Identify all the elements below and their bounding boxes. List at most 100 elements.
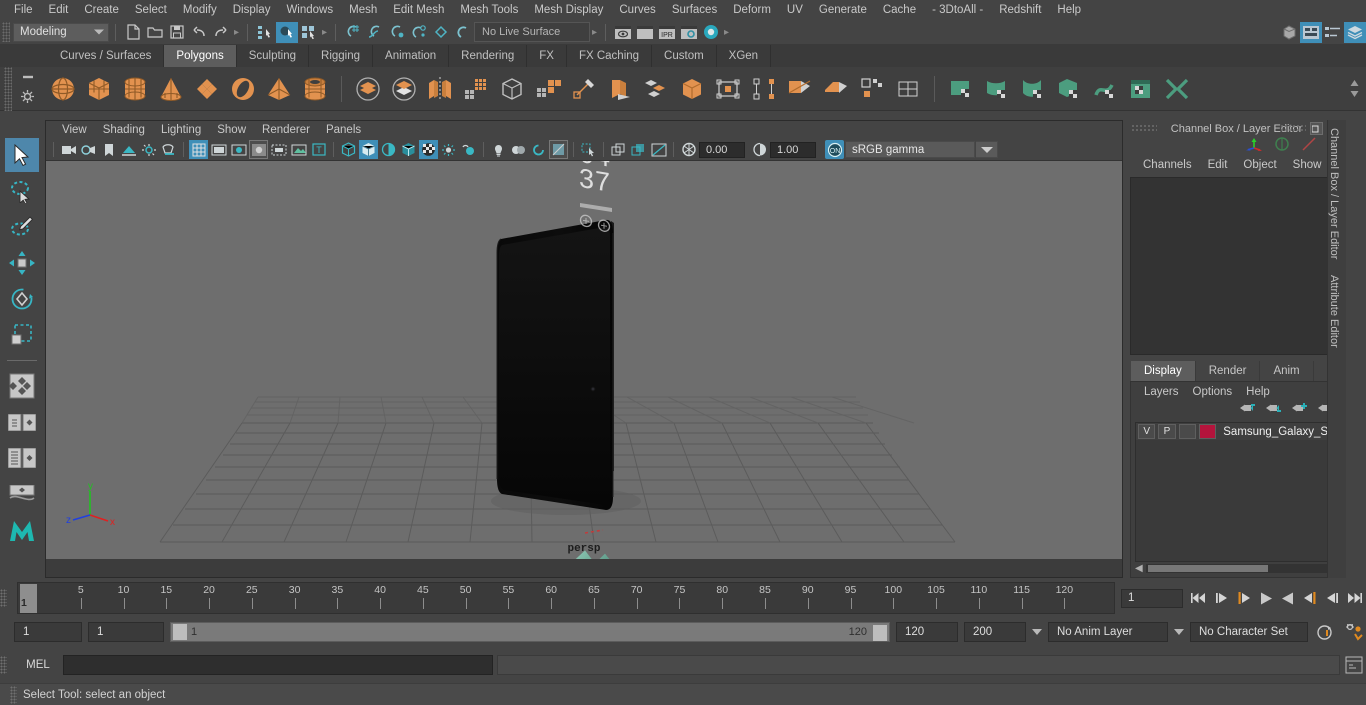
wireframe-icon[interactable] (339, 140, 358, 159)
status-line-grip[interactable] (2, 22, 10, 42)
range-start-field[interactable]: 1 (88, 622, 164, 642)
step-forward-keyframe-icon[interactable] (1323, 590, 1340, 607)
show-hide-modeling-toolkit-icon[interactable] (1278, 22, 1300, 43)
layout-uv-icon[interactable] (1162, 74, 1192, 104)
shadows-toggle-icon[interactable] (489, 140, 508, 159)
lattice-icon[interactable] (893, 74, 923, 104)
smooth-shade-all-icon[interactable] (359, 140, 378, 159)
menu-redshift[interactable]: Redshift (991, 0, 1049, 20)
film-gate-icon[interactable] (209, 140, 228, 159)
menu-set-selector[interactable]: Modeling (13, 22, 109, 42)
shelf-scroll-arrows[interactable] (1346, 67, 1362, 110)
script-editor-icon[interactable] (1342, 656, 1366, 674)
bookmark-icon[interactable] (99, 140, 118, 159)
status-collapse-arrow-4[interactable]: ▸ (722, 24, 731, 41)
gamma-icon[interactable] (750, 140, 769, 159)
vertical-tab-channel-box[interactable]: Channel Box / Layer Editor (1328, 120, 1340, 259)
time-slider-grip[interactable] (0, 589, 7, 607)
separate-icon[interactable] (389, 74, 419, 104)
status-collapse-arrow-3[interactable]: ▸ (590, 24, 599, 41)
tool-settings-icon[interactable] (1322, 22, 1344, 43)
step-back-frame-icon[interactable] (1235, 590, 1252, 607)
viewport-menu-renderer[interactable]: Renderer (254, 124, 318, 136)
status-collapse-arrow-1[interactable]: ▸ (232, 24, 241, 41)
xray-active-components-icon[interactable] (629, 140, 648, 159)
select-by-object-icon[interactable] (276, 21, 298, 43)
shelf-tab-sculpting[interactable]: Sculpting (236, 45, 310, 67)
screen-space-ao-icon[interactable] (509, 140, 528, 159)
command-line-grip[interactable] (0, 656, 7, 674)
camera-attributes-icon[interactable] (79, 140, 98, 159)
channel-menu-edit[interactable]: Edit (1200, 159, 1236, 171)
sculpt-icon[interactable] (857, 74, 887, 104)
merge-icon[interactable] (677, 74, 707, 104)
title-safe-icon[interactable] (289, 140, 308, 159)
layer-list[interactable]: V P Samsung_Galaxy_S21_ (1135, 422, 1338, 562)
shelf-tab-xgen[interactable]: XGen (716, 45, 772, 67)
shelf-tab-fx-caching[interactable]: FX Caching (566, 45, 653, 67)
layout-persp-graph-button[interactable] (5, 477, 39, 511)
shelf-tab-menu-icon[interactable] (20, 69, 36, 79)
select-by-hierarchy-icon[interactable] (254, 22, 276, 43)
layer-menu-options[interactable]: Options (1186, 386, 1240, 398)
undock-icon[interactable] (1310, 122, 1323, 135)
anim-end-field[interactable]: 200 (964, 622, 1026, 642)
layer-menu-help[interactable]: Help (1239, 386, 1277, 398)
open-scene-icon[interactable] (144, 22, 166, 43)
menu-mesh-display[interactable]: Mesh Display (526, 0, 611, 20)
viewport-menu-show[interactable]: Show (209, 124, 254, 136)
multi-cut-icon[interactable] (605, 74, 635, 104)
undo-icon[interactable] (188, 22, 210, 43)
menu-generate[interactable]: Generate (811, 0, 875, 20)
unfold-icon[interactable] (1090, 74, 1120, 104)
menu-cache[interactable]: Cache (875, 0, 924, 20)
slide-edge-icon[interactable] (821, 74, 851, 104)
redo-icon[interactable] (210, 22, 232, 43)
rotate-tool[interactable] (5, 282, 39, 316)
camera-icon[interactable] (59, 140, 78, 159)
shelf-tab-curves-surfaces[interactable]: Curves / Surfaces (48, 45, 165, 67)
channel-menu-show[interactable]: Show (1285, 159, 1330, 171)
automatic-map-icon[interactable] (1054, 74, 1084, 104)
xray-joints-icon[interactable] (609, 140, 628, 159)
scale-manipulator-icon[interactable] (1300, 136, 1318, 157)
auto-key-icon[interactable] (1314, 624, 1336, 641)
panel-grip[interactable] (1131, 124, 1157, 133)
menu-help[interactable]: Help (1049, 0, 1089, 20)
scrollbar-track[interactable] (1145, 563, 1328, 573)
smooth-icon[interactable] (461, 74, 491, 104)
texture-toggle-icon[interactable] (419, 140, 438, 159)
go-to-start-icon[interactable] (1191, 590, 1208, 607)
menu-uv[interactable]: UV (779, 0, 811, 20)
help-line-grip[interactable] (10, 685, 17, 704)
move-layer-up-icon[interactable] (1240, 401, 1256, 419)
menu-surfaces[interactable]: Surfaces (664, 0, 725, 20)
viewport-menu-lighting[interactable]: Lighting (153, 124, 209, 136)
uv-editor-icon[interactable] (946, 74, 976, 104)
rotate-manipulator-icon[interactable] (1273, 136, 1291, 157)
offset-edge-loop-icon[interactable] (785, 74, 815, 104)
menu-modify[interactable]: Modify (175, 0, 225, 20)
channel-box-icon[interactable] (1344, 21, 1366, 43)
film-origin-icon[interactable] (269, 140, 288, 159)
poly-plane-icon[interactable] (192, 74, 222, 104)
layer-visibility-toggle[interactable]: V (1138, 424, 1156, 439)
shelf-tab-polygons[interactable]: Polygons (164, 45, 237, 67)
bevel-icon[interactable] (569, 74, 599, 104)
poly-torus-icon[interactable] (228, 74, 258, 104)
isolate-select-icon[interactable] (579, 140, 598, 159)
anim-layer-dropdown-arrow[interactable] (1174, 629, 1184, 635)
menu-windows[interactable]: Windows (278, 0, 341, 20)
command-language-label[interactable]: MEL (13, 659, 63, 671)
hypershade-icon[interactable] (700, 22, 722, 43)
wireframe-on-shaded-icon[interactable] (399, 140, 418, 159)
gear-icon[interactable] (20, 89, 35, 109)
current-frame-field[interactable]: 1 (1121, 588, 1183, 608)
command-input[interactable] (63, 655, 493, 675)
menu-3dtoall[interactable]: - 3DtoAll - (924, 0, 991, 20)
step-forward-frame-icon[interactable] (1301, 590, 1318, 607)
menu-mesh[interactable]: Mesh (341, 0, 385, 20)
layer-row[interactable]: V P Samsung_Galaxy_S21_ (1136, 423, 1337, 440)
quad-draw-icon[interactable] (713, 74, 743, 104)
select-by-component-icon[interactable] (298, 22, 320, 43)
